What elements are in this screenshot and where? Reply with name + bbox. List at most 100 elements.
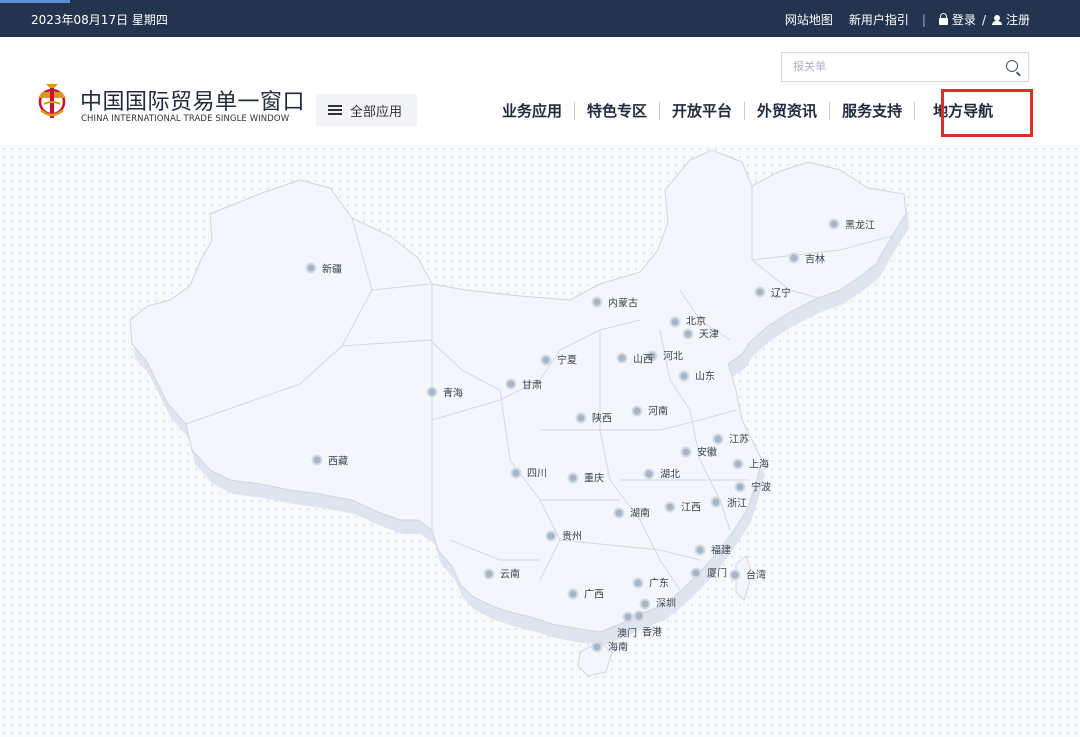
logo-title-en: CHINA INTERNATIONAL TRADE SINGLE WINDOW [81, 114, 290, 124]
map-label-xianggang[interactable]: 香港 [642, 624, 662, 639]
site-header: 中国国际贸易单一窗口 CHINA INTERNATIONAL TRADE SIN… [0, 37, 1080, 145]
map-pin-guizhou[interactable] [545, 530, 557, 542]
map-label-hainan[interactable]: 海南 [608, 639, 628, 654]
nav-service-support[interactable]: 服务支持 [830, 100, 914, 121]
map-label-fujian[interactable]: 福建 [711, 542, 731, 557]
map-pin-sichuan[interactable] [510, 467, 522, 479]
map-label-xiamen[interactable]: 厦门 [707, 565, 727, 580]
search-icon[interactable] [1006, 60, 1018, 72]
map-pin-hunan[interactable] [613, 507, 625, 519]
map-label-shenzhen[interactable]: 深圳 [656, 595, 676, 610]
map-pin-jiangxi[interactable] [664, 501, 676, 513]
map-pin-fujian[interactable] [694, 544, 706, 556]
map-pin-gansu[interactable] [505, 378, 517, 390]
map-label-qinghai[interactable]: 青海 [443, 385, 463, 400]
map-pin-liaoning[interactable] [754, 286, 766, 298]
china-map-outline [129, 149, 909, 677]
nav-business-apps[interactable]: 业务应用 [490, 100, 574, 121]
main-nav: 业务应用 特色专区 开放平台 外贸资讯 服务支持 地方导航 [490, 100, 1005, 121]
map-label-guangxi[interactable]: 广西 [584, 586, 604, 601]
map-pin-anhui[interactable] [680, 446, 692, 458]
map-label-xinjiang[interactable]: 新疆 [322, 261, 342, 276]
map-pin-shanghai[interactable] [732, 458, 744, 470]
topbar-accent [0, 0, 70, 3]
map-label-shanxi[interactable]: 山西 [633, 351, 653, 366]
map-label-tianjin[interactable]: 天津 [699, 326, 719, 341]
map-label-jiangsu[interactable]: 江苏 [729, 431, 749, 446]
map-pin-jilin[interactable] [788, 252, 800, 264]
map-pin-henan[interactable] [631, 405, 643, 417]
map-label-ningxia[interactable]: 宁夏 [557, 352, 577, 367]
map-label-sichuan[interactable]: 四川 [527, 465, 547, 480]
map-label-chongqing[interactable]: 重庆 [584, 470, 604, 485]
map-label-shanghai[interactable]: 上海 [749, 456, 769, 471]
map-pin-shenzhen[interactable] [639, 598, 651, 610]
nav-open-platform[interactable]: 开放平台 [660, 100, 744, 121]
map-label-zhejiang[interactable]: 浙江 [727, 495, 747, 510]
map-label-xizang[interactable]: 西藏 [328, 453, 348, 468]
topbar-divider: | [921, 12, 926, 27]
map-label-ningbo[interactable]: 宁波 [751, 479, 771, 494]
map-pin-qinghai[interactable] [426, 386, 438, 398]
map-pin-heilongjiang[interactable] [828, 218, 840, 230]
map-pin-tianjin[interactable] [682, 328, 694, 340]
map-pin-chongqing[interactable] [567, 472, 579, 484]
single-window-logo-icon[interactable] [32, 80, 72, 124]
search-input[interactable] [791, 59, 995, 74]
map-pin-shandong[interactable] [678, 370, 690, 382]
user-icon [991, 15, 1002, 25]
map-label-guangdong[interactable]: 广东 [649, 575, 669, 590]
nav-trade-news[interactable]: 外贸资讯 [745, 100, 829, 121]
map-pin-hubei[interactable] [643, 468, 655, 480]
map-pin-shanxi[interactable] [616, 352, 628, 364]
china-region-map: 黑龙江 吉林 辽宁 新疆 内蒙古 北京 天津 河北 宁夏 山西 甘肃 青海 山东… [0, 145, 1080, 737]
map-pin-taiwan[interactable] [729, 569, 741, 581]
map-label-aomen[interactable]: 澳门 [617, 625, 637, 640]
map-label-yunnan[interactable]: 云南 [500, 566, 520, 581]
map-pin-guangdong[interactable] [632, 577, 644, 589]
map-label-hunan[interactable]: 湖南 [630, 505, 650, 520]
map-pin-xizang[interactable] [311, 454, 323, 466]
map-pin-guangxi[interactable] [567, 588, 579, 600]
current-date: 2023年08月17日 星期四 [31, 13, 168, 27]
map-pin-shaanxi[interactable] [575, 412, 587, 424]
map-pin-beijing[interactable] [669, 316, 681, 328]
map-label-shaanxi[interactable]: 陕西 [592, 410, 612, 425]
map-label-jilin[interactable]: 吉林 [805, 251, 825, 266]
map-label-heilongjiang[interactable]: 黑龙江 [845, 217, 875, 232]
map-label-shandong[interactable]: 山东 [695, 368, 715, 383]
site-map-link[interactable]: 网站地图 [785, 11, 833, 28]
map-label-gansu[interactable]: 甘肃 [522, 377, 542, 392]
map-label-taiwan[interactable]: 台湾 [746, 567, 766, 582]
logo-title-cn[interactable]: 中国国际贸易单一窗口 [80, 84, 305, 116]
map-pin-xinjiang[interactable] [305, 262, 317, 274]
map-label-jiangxi[interactable]: 江西 [681, 499, 701, 514]
map-label-hubei[interactable]: 湖北 [660, 466, 680, 481]
login-register-slash: / [981, 12, 986, 27]
map-pin-zhejiang[interactable] [710, 496, 722, 508]
login-link[interactable]: 登录 [938, 11, 976, 28]
login-label: 登录 [951, 13, 976, 27]
register-link[interactable]: 注册 [991, 11, 1030, 28]
map-label-neimenggu[interactable]: 内蒙古 [608, 295, 638, 310]
map-pin-ningbo[interactable] [734, 481, 746, 493]
map-pin-neimenggu[interactable] [591, 296, 603, 308]
all-apps-button[interactable]: 全部应用 [316, 94, 417, 126]
nav-featured-zone[interactable]: 特色专区 [575, 100, 659, 121]
map-pin-ningxia[interactable] [540, 354, 552, 366]
local-navigation-highlight-box [941, 89, 1033, 137]
map-pin-yunnan[interactable] [483, 568, 495, 580]
map-label-henan[interactable]: 河南 [648, 403, 668, 418]
map-label-liaoning[interactable]: 辽宁 [771, 285, 791, 300]
map-pin-hainan[interactable] [591, 641, 603, 653]
map-pin-xiamen[interactable] [690, 567, 702, 579]
top-utility-bar: 2023年08月17日 星期四 网站地图 新用户指引 | 登录 / 注册 [0, 0, 1080, 37]
map-pin-aomen[interactable] [622, 611, 634, 623]
topbar-links: 网站地图 新用户指引 | 登录 / 注册 [785, 11, 1030, 28]
map-pin-xianggang[interactable] [633, 610, 645, 622]
new-user-guide-link[interactable]: 新用户指引 [849, 11, 909, 28]
map-label-anhui[interactable]: 安徽 [697, 444, 717, 459]
map-label-hebei[interactable]: 河北 [663, 348, 683, 363]
map-label-guizhou[interactable]: 贵州 [562, 528, 582, 543]
register-label: 注册 [1005, 13, 1030, 27]
